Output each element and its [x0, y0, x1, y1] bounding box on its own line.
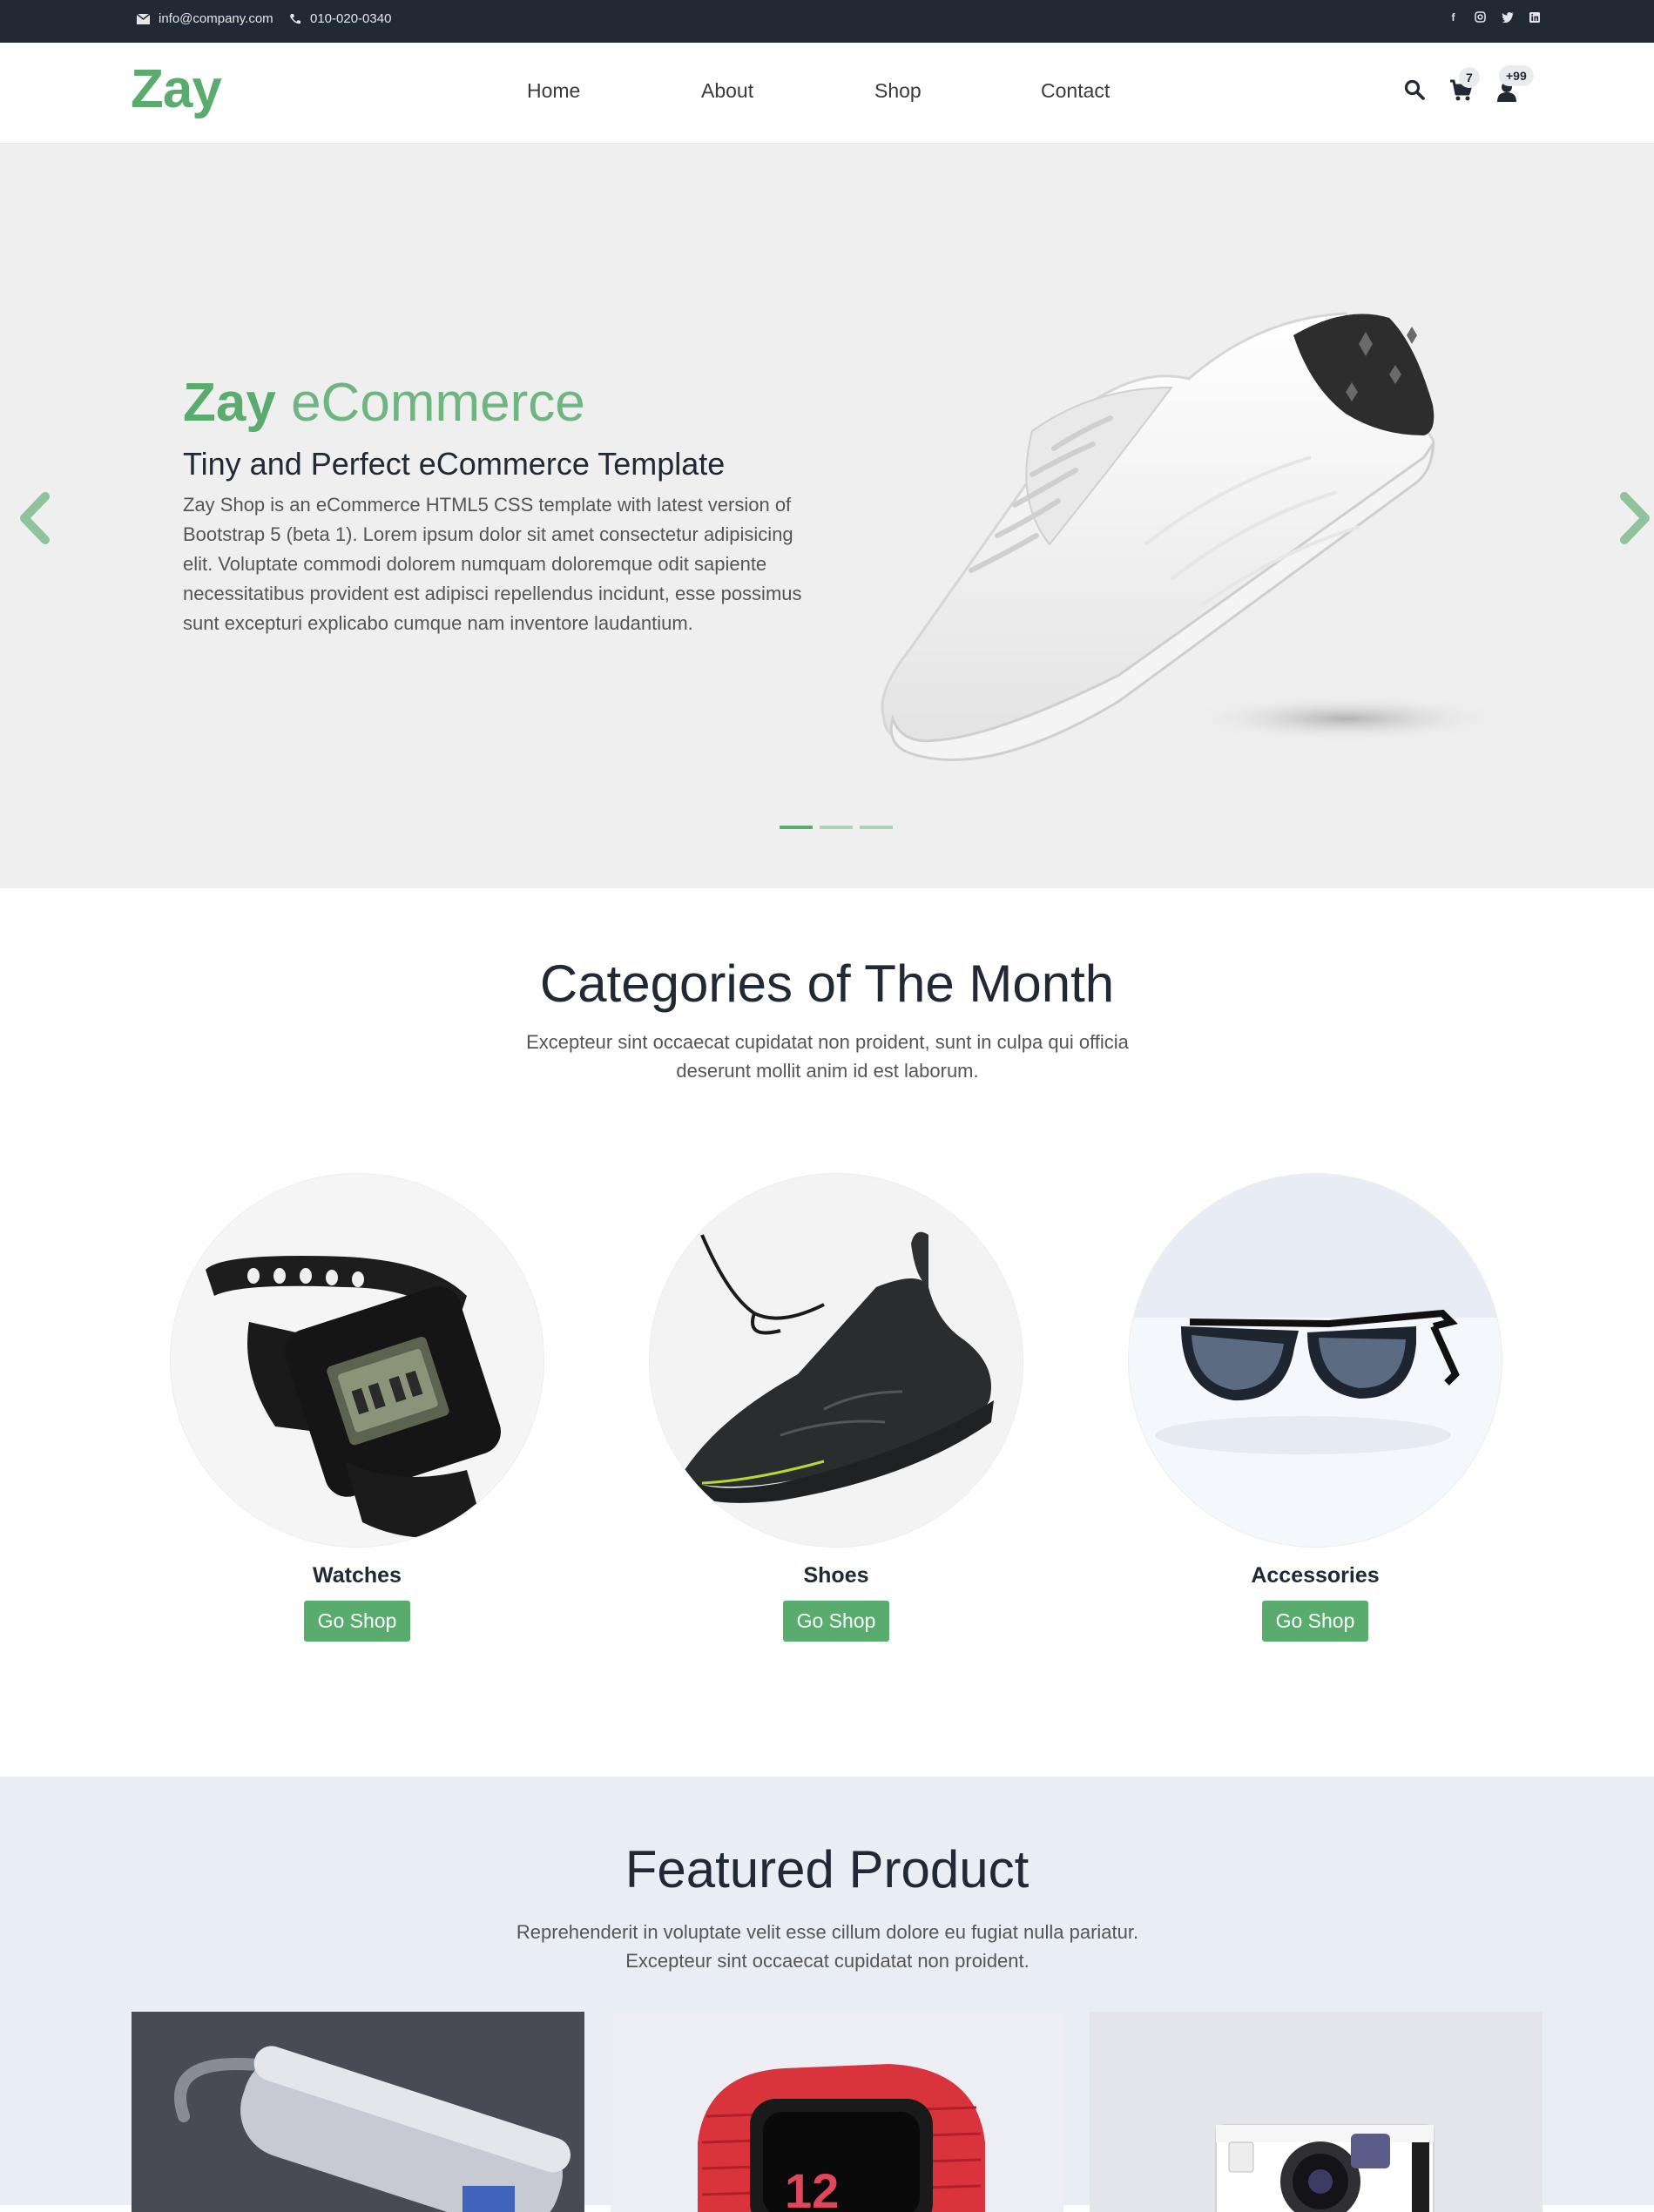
categories-subtitle: Excepteur sint occaecat cupidatat non pr…	[526, 1031, 1129, 1082]
twitter-icon[interactable]	[1501, 10, 1514, 24]
carousel-indicator-3[interactable]	[860, 826, 893, 829]
facebook-icon[interactable]: f	[1447, 10, 1460, 24]
hero-sneaker-image	[881, 312, 1494, 761]
contact-email[interactable]: info@company.com	[137, 11, 273, 26]
carousel-indicator-2[interactable]	[820, 826, 853, 829]
nav-home[interactable]: Home	[527, 79, 580, 103]
featured-products-section: Featured Product Reprehenderit in volupt…	[0, 1777, 1654, 2212]
carousel-prev-arrow-icon[interactable]	[16, 488, 54, 549]
categories-title: Categories of The Month	[539, 954, 1115, 1013]
nav-contact[interactable]: Contact	[1041, 79, 1110, 103]
category-shoes-image[interactable]	[649, 1173, 1023, 1548]
nav-about[interactable]: About	[701, 79, 753, 103]
phone-text[interactable]: 010-020-0340	[310, 11, 391, 26]
social-links: f	[1447, 10, 1541, 24]
hero-subtitle: Tiny and Perfect eCommerce Template	[183, 446, 726, 482]
featured-product-card-3[interactable]	[1090, 2012, 1543, 2212]
category-name-watches: Watches	[313, 1563, 402, 1588]
hero-title-brand: Zay	[183, 373, 276, 433]
hero-carousel: Zay eCommerce Tiny and Perfect eCommerce…	[0, 144, 1654, 888]
top-info-bar: info@company.com 010-020-0340 f	[0, 0, 1654, 43]
featured-title: Featured Product	[624, 1840, 1030, 1898]
go-shop-accessories-button[interactable]: Go Shop	[1261, 1601, 1369, 1642]
category-card-watches: Watches Go Shop	[170, 1173, 544, 1642]
category-name-accessories: Accessories	[1251, 1563, 1380, 1588]
featured-product-card-1[interactable]	[132, 2012, 584, 2212]
linkedin-icon[interactable]	[1528, 10, 1541, 24]
hero-title: Zay eCommerce	[183, 372, 585, 434]
contact-phone[interactable]: 010-020-0340	[289, 11, 391, 26]
featured-subtitle-line-1: Reprehenderit in voluptate velit esse ci…	[516, 1921, 1139, 1943]
envelope-icon	[137, 13, 150, 24]
go-shop-shoes-button[interactable]: Go Shop	[782, 1601, 890, 1642]
category-name-shoes: Shoes	[803, 1563, 869, 1588]
carousel-indicators	[780, 826, 893, 829]
category-card-accessories: Accessories Go Shop	[1128, 1173, 1502, 1642]
category-accessories-image[interactable]	[1128, 1173, 1502, 1548]
instagram-icon[interactable]	[1474, 10, 1487, 24]
phone-icon	[290, 13, 300, 24]
featured-subtitle-line-2: Excepteur sint occaecat cupidatat non pr…	[625, 1950, 1030, 1972]
site-logo[interactable]: Zay	[131, 58, 222, 120]
featured-subtitle: Reprehenderit in voluptate velit esse ci…	[488, 1918, 1167, 1975]
hero-description: Zay Shop is an eCommerce HTML5 CSS templ…	[183, 494, 802, 634]
nav-shop[interactable]: Shop	[874, 79, 922, 103]
category-watches-image[interactable]	[170, 1173, 544, 1548]
featured-product-card-2[interactable]: 12	[611, 2012, 1063, 2212]
search-icon[interactable]	[1404, 79, 1425, 100]
user-count-badge: +99	[1499, 65, 1534, 86]
email-text[interactable]: info@company.com	[159, 11, 273, 26]
hero-title-rest: eCommerce	[291, 373, 585, 433]
go-shop-watches-button[interactable]: Go Shop	[303, 1601, 411, 1642]
carousel-next-arrow-icon[interactable]	[1616, 488, 1654, 549]
carousel-indicator-1[interactable]	[780, 826, 813, 829]
cart-count-badge: 7	[1459, 67, 1480, 88]
site-header: Zay Home About Shop Contact 7 +99	[0, 43, 1654, 144]
category-card-shoes: Shoes Go Shop	[649, 1173, 1023, 1642]
